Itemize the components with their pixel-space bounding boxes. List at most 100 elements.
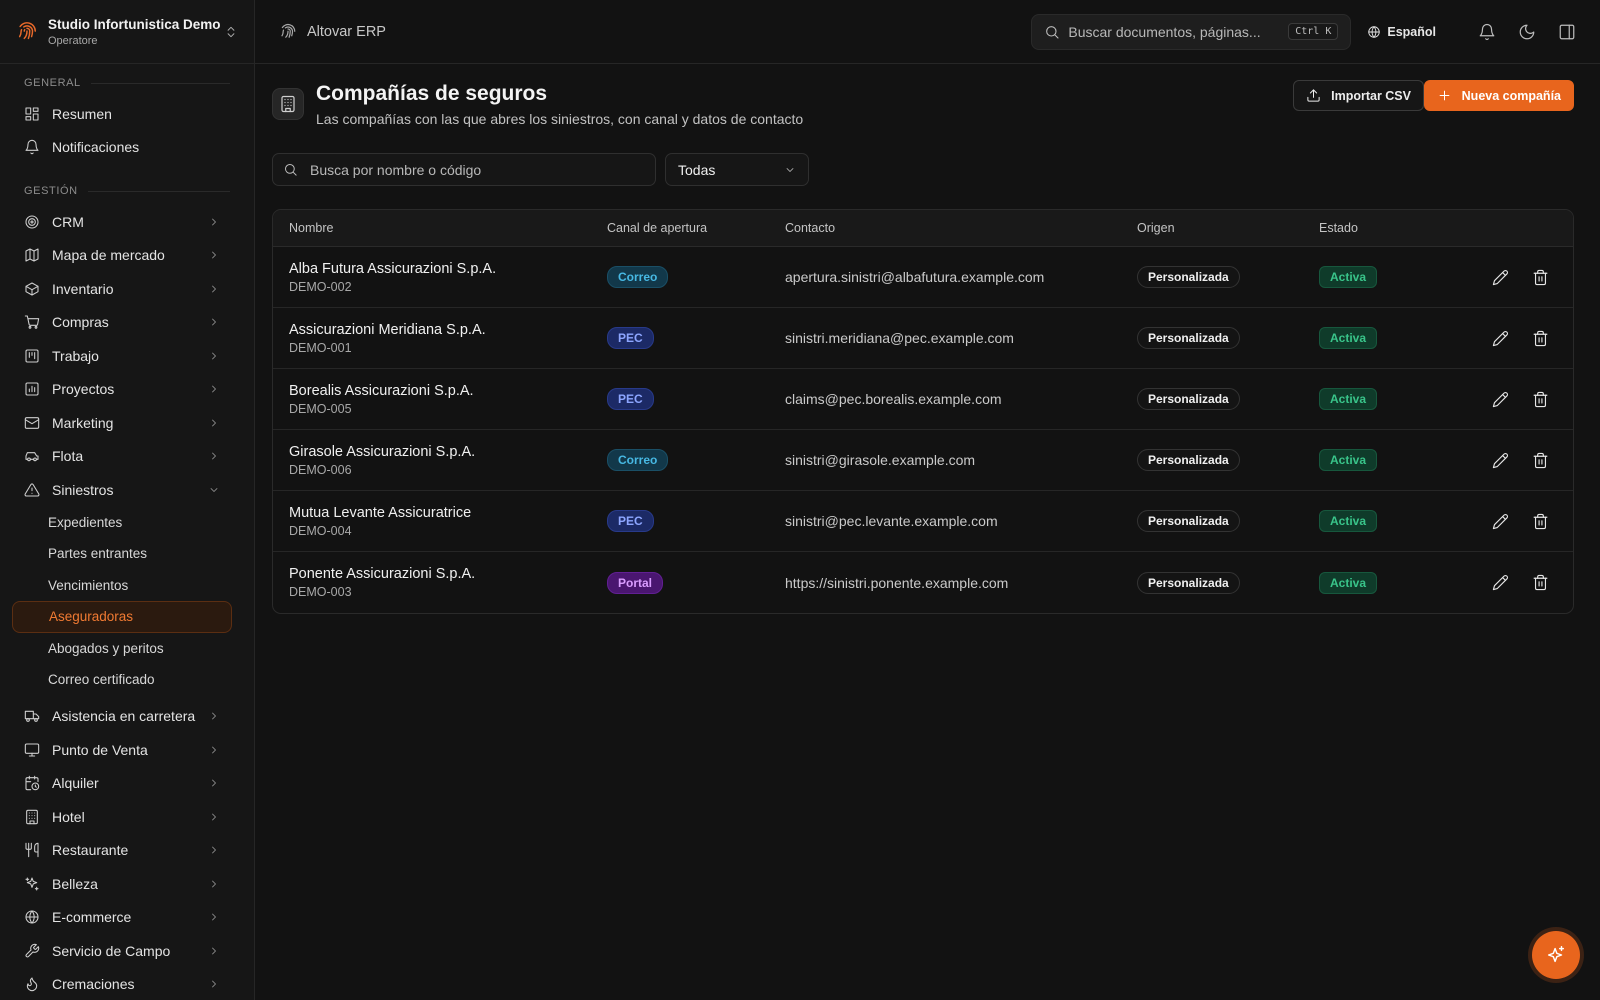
- sidebar-toggle-icon[interactable]: [1558, 23, 1576, 41]
- sidebar-item-servicio-de-campo[interactable]: Servicio de Campo: [0, 934, 254, 968]
- sidebar-item-trabajo[interactable]: Trabajo: [0, 339, 254, 373]
- app-title[interactable]: Altovar ERP: [307, 24, 1031, 40]
- chevron-down-icon: [210, 487, 218, 492]
- workspace-name: Studio Infortunistica Demo: [48, 16, 221, 32]
- table-row[interactable]: Alba Futura Assicurazioni S.p.A. DEMO-002…: [273, 247, 1573, 308]
- channel-badge: PEC: [607, 388, 654, 410]
- trash-icon[interactable]: [1532, 513, 1549, 530]
- origin-badge: Personalizada: [1137, 449, 1240, 471]
- warning-icon: [24, 483, 40, 497]
- sidebar-item-hotel[interactable]: Hotel: [0, 800, 254, 834]
- calendar-clock-icon: [25, 776, 40, 791]
- sidebar-item-notificaciones[interactable]: Notificaciones: [0, 131, 254, 165]
- dashboard-icon: [25, 107, 39, 121]
- chevrons-up-down-icon: [227, 26, 235, 37]
- sidebar-item-belleza[interactable]: Belleza: [0, 867, 254, 901]
- fingerprint-icon: [281, 23, 296, 38]
- company-name: Borealis Assicurazioni S.p.A.: [289, 382, 474, 399]
- companies-table: Nombre Canal de apertura Contacto Origen…: [272, 209, 1574, 614]
- language-selector[interactable]: Español: [1367, 25, 1436, 39]
- map-icon: [25, 248, 39, 262]
- sidebar-item-alquiler[interactable]: Alquiler: [0, 767, 254, 801]
- trash-icon[interactable]: [1532, 330, 1549, 347]
- sidebar-item-marketing[interactable]: Marketing: [0, 406, 254, 440]
- contact-text: sinistri.meridiana@pec.example.com: [785, 330, 1014, 346]
- sidebar-item-asistencia-en-carretera[interactable]: Asistencia en carretera: [0, 700, 254, 734]
- workspace-switcher[interactable]: Studio Infortunistica Demo Operatore: [0, 0, 254, 64]
- language-label: Español: [1387, 24, 1436, 39]
- sidebar-item-inventario[interactable]: Inventario: [0, 272, 254, 306]
- ai-assistant-button[interactable]: [1532, 931, 1580, 979]
- sidebar-item-proyectos[interactable]: Proyectos: [0, 373, 254, 407]
- moon-icon[interactable]: [1518, 23, 1536, 41]
- sidebar-subitem-partes-entrantes[interactable]: Partes entrantes: [0, 538, 254, 570]
- wrench-icon: [25, 943, 40, 958]
- chevron-right-icon: [212, 880, 216, 888]
- edit-icon[interactable]: [1492, 452, 1509, 469]
- table-row[interactable]: Mutua Levante Assicuratrice DEMO-004 PEC …: [273, 491, 1573, 552]
- column-header-canal[interactable]: Canal de apertura: [593, 221, 771, 235]
- edit-icon[interactable]: [1492, 391, 1509, 408]
- cart-icon: [24, 315, 40, 329]
- origin-badge: Personalizada: [1137, 388, 1240, 410]
- page-title: Compañías de seguros: [316, 82, 548, 105]
- column-header-nombre[interactable]: Nombre: [273, 221, 593, 235]
- building-icon: [26, 809, 38, 824]
- plus-icon: [1439, 90, 1450, 101]
- edit-icon[interactable]: [1492, 269, 1509, 286]
- column-header-contacto[interactable]: Contacto: [771, 221, 1122, 235]
- column-header-estado[interactable]: Estado: [1304, 221, 1454, 235]
- sidebar-subitem-expedientes[interactable]: Expedientes: [0, 507, 254, 539]
- trash-icon[interactable]: [1532, 269, 1549, 286]
- table-row[interactable]: Ponente Assicurazioni S.p.A. DEMO-003 Por…: [273, 552, 1573, 613]
- sidebar-subitem-aseguradoras[interactable]: Aseguradoras: [12, 601, 232, 633]
- chevron-right-icon: [212, 285, 216, 293]
- chevron-right-icon: [212, 251, 216, 259]
- trash-icon[interactable]: [1532, 391, 1549, 408]
- sidebar-item-e-commerce[interactable]: E-commerce: [0, 901, 254, 935]
- sidebar-item-mapa-de-mercado[interactable]: Mapa de mercado: [0, 239, 254, 273]
- sidebar-subitem-abogados-y-peritos[interactable]: Abogados y peritos: [0, 633, 254, 665]
- table-row[interactable]: Girasole Assicurazioni S.p.A. DEMO-006 Co…: [273, 430, 1573, 491]
- sidebar-subitem-vencimientos[interactable]: Vencimientos: [0, 570, 254, 602]
- table-row[interactable]: Borealis Assicurazioni S.p.A. DEMO-005 PE…: [273, 369, 1573, 430]
- chevron-down-icon: [786, 167, 794, 172]
- sidebar-item-cremaciones[interactable]: Cremaciones: [0, 968, 254, 1000]
- table-row[interactable]: Assicurazioni Meridiana S.p.A. DEMO-001 P…: [273, 308, 1573, 369]
- chevron-right-icon: [212, 779, 216, 787]
- edit-icon[interactable]: [1492, 330, 1509, 347]
- company-search[interactable]: [272, 153, 656, 186]
- sidebar-item-punto-de-venta[interactable]: Punto de Venta: [0, 733, 254, 767]
- sidebar-item-crm[interactable]: CRM: [0, 205, 254, 239]
- bell-icon[interactable]: [1478, 23, 1496, 41]
- chevron-right-icon: [212, 846, 216, 854]
- chart-icon: [25, 382, 39, 396]
- edit-icon[interactable]: [1492, 574, 1509, 591]
- box-icon: [25, 282, 39, 296]
- truck-icon: [24, 711, 40, 723]
- sidebar-item-resumen[interactable]: Resumen: [0, 97, 254, 131]
- status-filter-select[interactable]: Todas: [665, 153, 809, 186]
- new-company-button[interactable]: Nueva compañía: [1423, 80, 1574, 111]
- trash-icon[interactable]: [1532, 574, 1549, 591]
- edit-icon[interactable]: [1492, 513, 1509, 530]
- contact-text: sinistri@girasole.example.com: [785, 452, 976, 468]
- main-content: Compañías de seguros Las compañías con l…: [272, 64, 1574, 614]
- sidebar-item-flota[interactable]: Flota: [0, 440, 254, 474]
- column-header-origen[interactable]: Origen: [1122, 221, 1304, 235]
- global-search-input[interactable]: [1068, 23, 1289, 40]
- sidebar-item-restaurante[interactable]: Restaurante: [0, 834, 254, 868]
- trash-icon[interactable]: [1532, 452, 1549, 469]
- status-badge: Activa: [1319, 266, 1378, 288]
- chevron-right-icon: [212, 746, 216, 754]
- company-name: Girasole Assicurazioni S.p.A.: [289, 443, 476, 460]
- company-search-input[interactable]: [310, 161, 645, 178]
- sidebar-item-siniestros[interactable]: Siniestros: [0, 473, 254, 507]
- import-csv-button[interactable]: Importar CSV: [1293, 80, 1424, 111]
- flame-icon: [26, 977, 38, 992]
- global-search[interactable]: Ctrl K: [1031, 13, 1352, 50]
- building-icon: [272, 88, 304, 120]
- status-badge: Activa: [1319, 510, 1378, 532]
- sidebar-subitem-correo-certificado[interactable]: Correo certificado: [0, 664, 254, 696]
- sidebar-item-compras[interactable]: Compras: [0, 306, 254, 340]
